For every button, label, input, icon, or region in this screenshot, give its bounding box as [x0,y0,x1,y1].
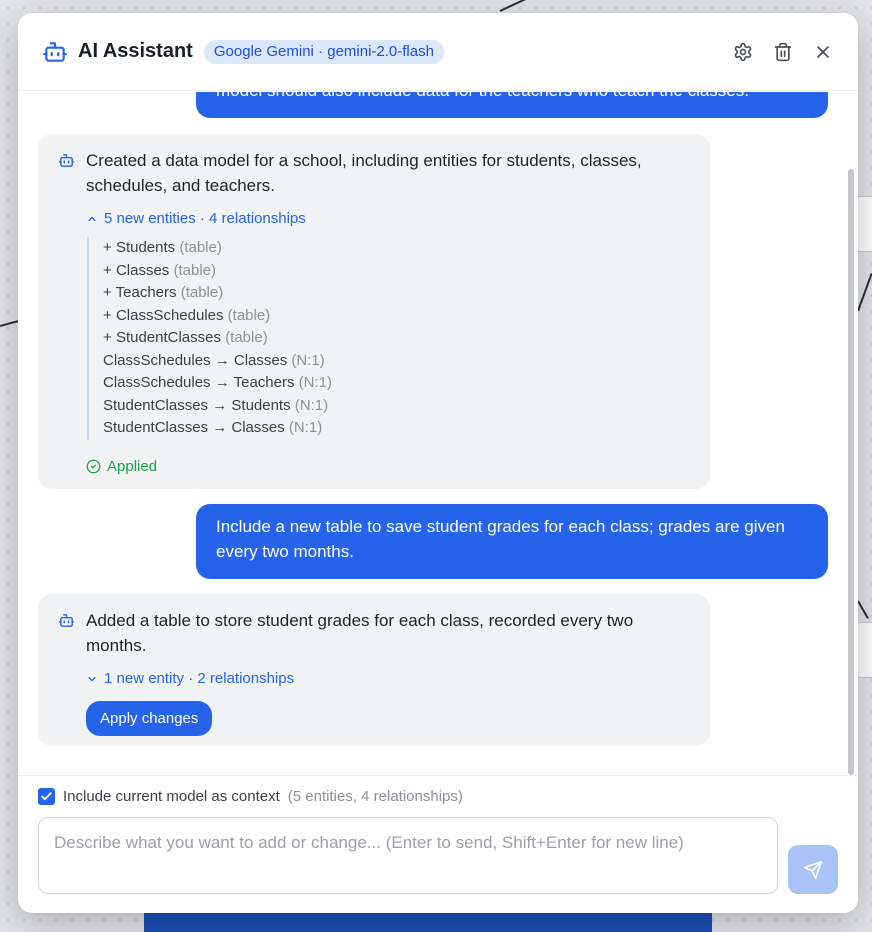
dialog-header: AI Assistant Google Gemini · gemini-2.0-… [18,13,858,91]
entity-item: + StudentClasses (table) [103,329,268,346]
trash-icon [774,42,792,61]
apply-changes-button[interactable]: Apply changes [86,701,213,736]
applied-status: Applied [86,454,690,479]
changes-list: + Students (table) + Classes (table) + T… [87,237,690,440]
applied-label: Applied [107,457,158,475]
context-label: Include current model as context [63,788,280,805]
relationship-item: ClassSchedules → Classes (N:1) [103,351,325,369]
user-message-text: Include a new table to save student grad… [216,517,785,561]
ai-assistant-dialog: AI Assistant Google Gemini · gemini-2.0-… [18,13,858,913]
canvas-edge [857,600,869,619]
gear-icon [734,42,752,61]
changes-summary: 1 new entity · 2 relationships [104,670,295,687]
bot-icon [58,614,75,627]
changes-summary: 5 new entities · 4 relationships [104,210,306,227]
send-icon [803,860,823,879]
entity-item: + Teachers (table) [103,284,224,301]
relationship-item: ClassSchedules → Teachers (N:1) [103,374,332,391]
relationship-item: StudentClasses → Classes (N:1) [103,419,323,436]
canvas-edge [857,273,872,312]
context-option: Include current model as context (5 enti… [38,788,463,805]
close-icon [817,45,829,58]
canvas-edge [0,319,20,327]
entity-item: + Classes (table) [103,261,216,279]
chat-scrollbar[interactable] [848,169,854,775]
assistant-message-text: Created a data model for a school, inclu… [86,151,642,195]
entity-item: + ClassSchedules (table) [103,306,271,324]
prompt-input[interactable]: Describe what you want to add or change.… [38,817,778,894]
context-checkbox[interactable] [38,788,55,805]
canvas-node [856,622,872,678]
chevron-up-icon [88,216,96,221]
dialog-title: AI Assistant [78,40,193,62]
assistant-message: Added a table to store student grades fo… [38,594,710,746]
header-actions [732,41,834,63]
check-circle-icon [86,459,101,473]
relationship-item: StudentClasses → Students (N:1) [103,396,329,414]
chevron-down-icon [88,676,96,681]
canvas-node [856,196,872,252]
entity-item: + Students (table) [103,239,222,256]
bot-icon [43,41,67,62]
composer: Include current model as context (5 enti… [18,775,858,913]
assistant-message: Created a data model for a school, inclu… [38,134,710,489]
context-count: (5 entities, 4 relationships) [287,788,463,805]
user-message: model should also include data for the t… [196,92,828,118]
bot-icon [58,154,75,167]
canvas-edge [499,0,537,12]
settings-button[interactable] [732,41,754,63]
chat-history[interactable]: model should also include data for the t… [18,92,858,775]
assistant-message-text: Added a table to store student grades fo… [86,611,634,655]
changes-toggle[interactable]: 1 new entity · 2 relationships [86,666,690,691]
delete-chat-button[interactable] [772,41,794,63]
send-button[interactable] [788,845,838,894]
prompt-placeholder: Describe what you want to add or change.… [54,833,684,852]
close-button[interactable] [812,41,834,63]
user-message: Include a new table to save student grad… [196,504,828,579]
changes-toggle[interactable]: 5 new entities · 4 relationships [86,206,690,231]
user-message-text: model should also include data for the t… [216,92,749,100]
check-icon [41,792,52,801]
model-badge: Google Gemini · gemini-2.0-flash [203,39,444,64]
